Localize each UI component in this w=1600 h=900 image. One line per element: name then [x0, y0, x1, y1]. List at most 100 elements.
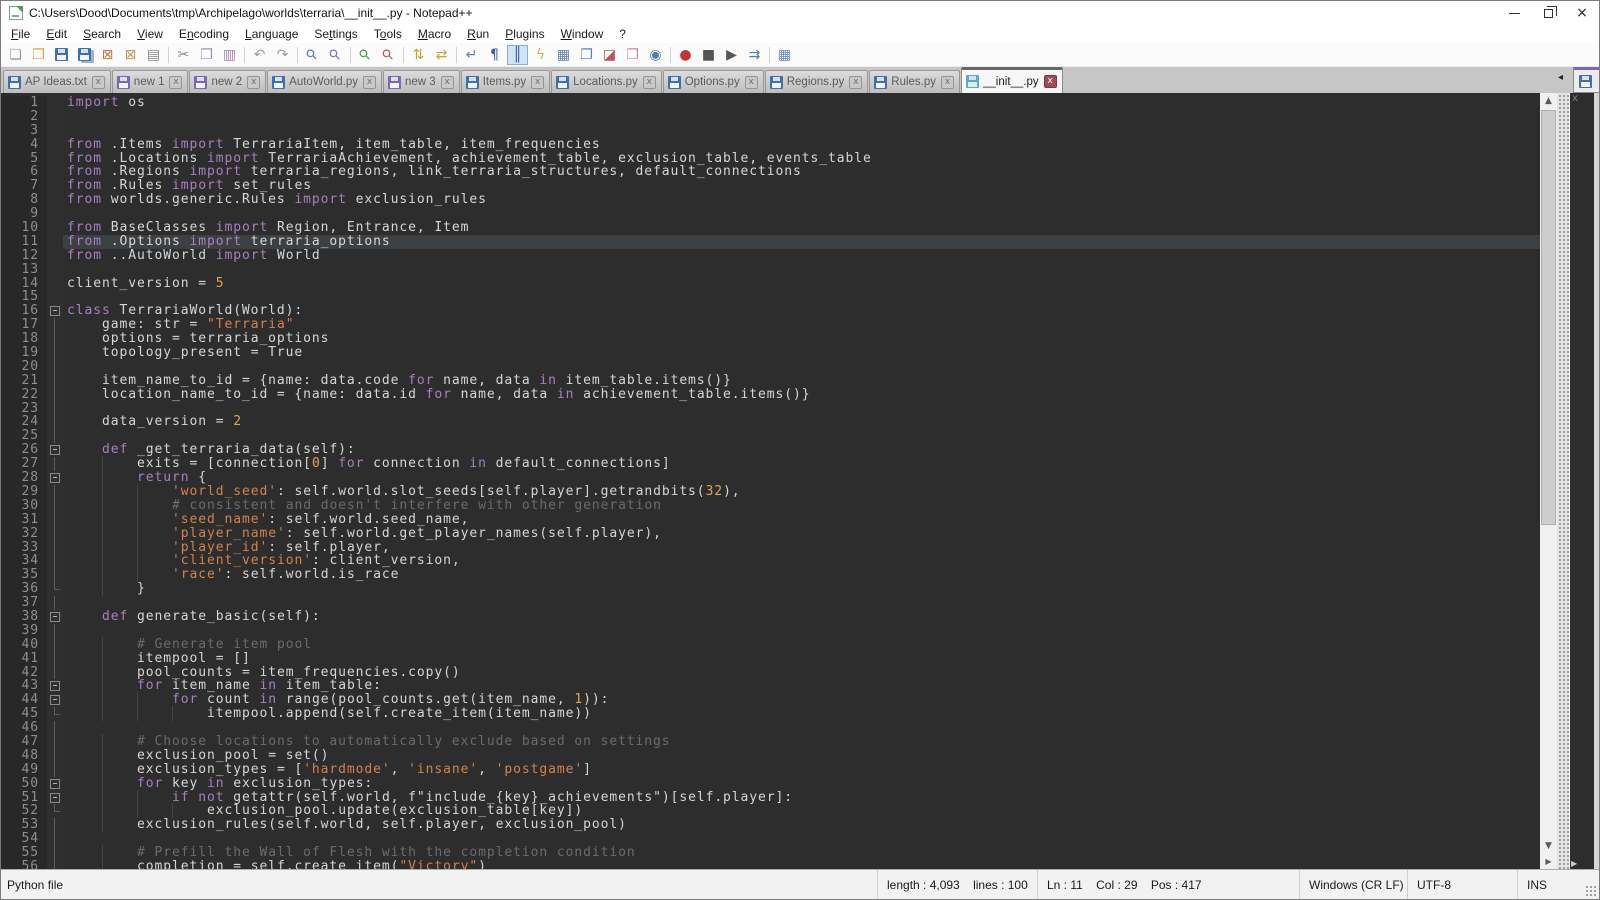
line-number[interactable]: 49 [1, 763, 47, 777]
line-number[interactable]: 26 [1, 443, 47, 457]
line-number[interactable]: 53 [1, 818, 47, 832]
save-button[interactable] [51, 45, 72, 65]
code-line[interactable]: 52 exclusion_pool.update(exclusion_table… [1, 804, 1540, 818]
tab-options[interactable]: Options.pyx [663, 70, 764, 93]
mime-panel-button[interactable]: ▦ [774, 45, 795, 65]
line-number[interactable]: 56 [1, 860, 47, 869]
code-line[interactable]: 47 # Choose locations to automatically e… [1, 735, 1540, 749]
menu-search[interactable]: Search [75, 25, 129, 43]
code-line[interactable]: 28 return { [1, 471, 1540, 485]
view-splitter[interactable] [1557, 93, 1569, 869]
menu-window[interactable]: Window [553, 25, 612, 43]
menu-encoding[interactable]: Encoding [171, 25, 237, 43]
cut-button[interactable]: ✂ [173, 45, 194, 65]
line-number[interactable]: 30 [1, 499, 47, 513]
scrollbar-thumb[interactable] [1541, 110, 1556, 525]
code-line[interactable]: 7from .Rules import set_rules [1, 179, 1540, 193]
line-number[interactable]: 3 [1, 124, 47, 138]
code-line[interactable]: 14client_version = 5 [1, 277, 1540, 291]
line-number[interactable]: 5 [1, 152, 47, 166]
project-panel-button[interactable]: ❐ [622, 45, 643, 65]
line-number[interactable]: 39 [1, 624, 47, 638]
close-button[interactable]: × [1565, 1, 1599, 25]
code-line[interactable]: 4from .Items import TerrariaItem, item_t… [1, 138, 1540, 152]
line-number[interactable]: 20 [1, 360, 47, 374]
tab-close-button[interactable]: x [643, 76, 656, 89]
line-number[interactable]: 51 [1, 791, 47, 805]
menu-language[interactable]: Language [237, 25, 306, 43]
tab-close-button[interactable]: x [531, 76, 544, 89]
secondary-view-close-icon[interactable]: x [1572, 93, 1578, 104]
code-line[interactable]: 3 [1, 124, 1540, 138]
open-folder-button[interactable]: ❐ [28, 45, 49, 65]
line-number[interactable]: 55 [1, 846, 47, 860]
fold-marker[interactable] [47, 693, 63, 707]
tab-locations[interactable]: Locations.pyx [551, 70, 662, 93]
line-number[interactable]: 6 [1, 165, 47, 179]
code-line[interactable]: 21 item_name_to_id = {name: data.code fo… [1, 374, 1540, 388]
tab-regions[interactable]: Regions.pyx [765, 70, 869, 93]
secondary-view-scrollbar[interactable] [1594, 93, 1599, 869]
document-switcher-button[interactable]: ❐ [576, 45, 597, 65]
code-line[interactable]: 23 [1, 402, 1540, 416]
replace-button[interactable]: ⚲ [325, 45, 346, 65]
line-number[interactable]: 47 [1, 735, 47, 749]
line-number[interactable]: 11 [1, 235, 47, 249]
code-line[interactable]: 34 'client_version': client_version, [1, 554, 1540, 568]
line-number[interactable]: 33 [1, 541, 47, 555]
code-line[interactable]: 36 } [1, 582, 1540, 596]
secondary-scroll-right-icon[interactable]: ▶ [1571, 859, 1577, 868]
code-line[interactable]: 41 itempool = [] [1, 652, 1540, 666]
paste-button[interactable]: ▥ [219, 45, 240, 65]
fold-marker[interactable] [47, 791, 63, 805]
code-line[interactable]: 46 [1, 721, 1540, 735]
resize-grip[interactable] [1585, 885, 1598, 898]
line-number[interactable]: 17 [1, 318, 47, 332]
code-line[interactable]: 43 for item_name in item_table: [1, 679, 1540, 693]
shortcut-mapper-button[interactable]: ϟ [530, 45, 551, 65]
play-macro-button[interactable]: ▶ [721, 45, 742, 65]
tab-close-button[interactable]: x [941, 76, 954, 89]
scroll-up-icon[interactable]: ▲ [1540, 93, 1557, 110]
line-number[interactable]: 13 [1, 263, 47, 277]
fold-marker[interactable] [47, 610, 63, 624]
tab-close-button[interactable]: x [745, 76, 758, 89]
minimize-button[interactable] [1497, 1, 1531, 25]
fold-marker[interactable] [47, 304, 63, 318]
code-editor[interactable]: 1import os234from .Items import Terraria… [1, 93, 1540, 869]
code-line[interactable]: 22 location_name_to_id = {name: data.id … [1, 388, 1540, 402]
line-number[interactable]: 4 [1, 138, 47, 152]
tab-close-button[interactable]: x [92, 76, 105, 89]
line-number[interactable]: 15 [1, 290, 47, 304]
monitoring-eye-button[interactable]: ◉ [645, 45, 666, 65]
line-number[interactable]: 45 [1, 707, 47, 721]
code-line[interactable]: 27 exits = [connection[0] for connection… [1, 457, 1540, 471]
code-line[interactable]: 53 exclusion_rules(self.world, self.play… [1, 818, 1540, 832]
tab-close-button[interactable]: x [441, 76, 454, 89]
line-number[interactable]: 35 [1, 568, 47, 582]
line-number[interactable]: 41 [1, 652, 47, 666]
line-number[interactable]: 48 [1, 749, 47, 763]
show-all-characters-button[interactable]: ¶ [484, 45, 505, 65]
tab-close-button[interactable]: x [247, 76, 260, 89]
code-line[interactable]: 16class TerrariaWorld(World): [1, 304, 1540, 318]
line-number[interactable]: 34 [1, 554, 47, 568]
code-line[interactable]: 20 [1, 360, 1540, 374]
line-number[interactable]: 16 [1, 304, 47, 318]
tab-new-2[interactable]: new 2x [189, 70, 266, 93]
code-line[interactable]: 56 completion = self.create_item("Victor… [1, 860, 1540, 869]
line-number[interactable]: 29 [1, 485, 47, 499]
save-all-button[interactable] [74, 45, 95, 65]
code-line[interactable]: 48 exclusion_pool = set() [1, 749, 1540, 763]
line-number[interactable]: 42 [1, 666, 47, 680]
line-number[interactable]: 7 [1, 179, 47, 193]
line-number[interactable]: 46 [1, 721, 47, 735]
code-line[interactable]: 9 [1, 207, 1540, 221]
scroll-right-icon[interactable]: ▶ [1540, 855, 1557, 869]
tab-close-button[interactable]: x [169, 76, 182, 89]
menu-help[interactable]: ? [611, 25, 634, 43]
redo-button[interactable]: ↷ [272, 45, 293, 65]
code-line[interactable]: 8from worlds.generic.Rules import exclus… [1, 193, 1540, 207]
code-line[interactable]: 33 'player_id': self.player, [1, 541, 1540, 555]
code-line[interactable]: 35 'race': self.world.is_race [1, 568, 1540, 582]
